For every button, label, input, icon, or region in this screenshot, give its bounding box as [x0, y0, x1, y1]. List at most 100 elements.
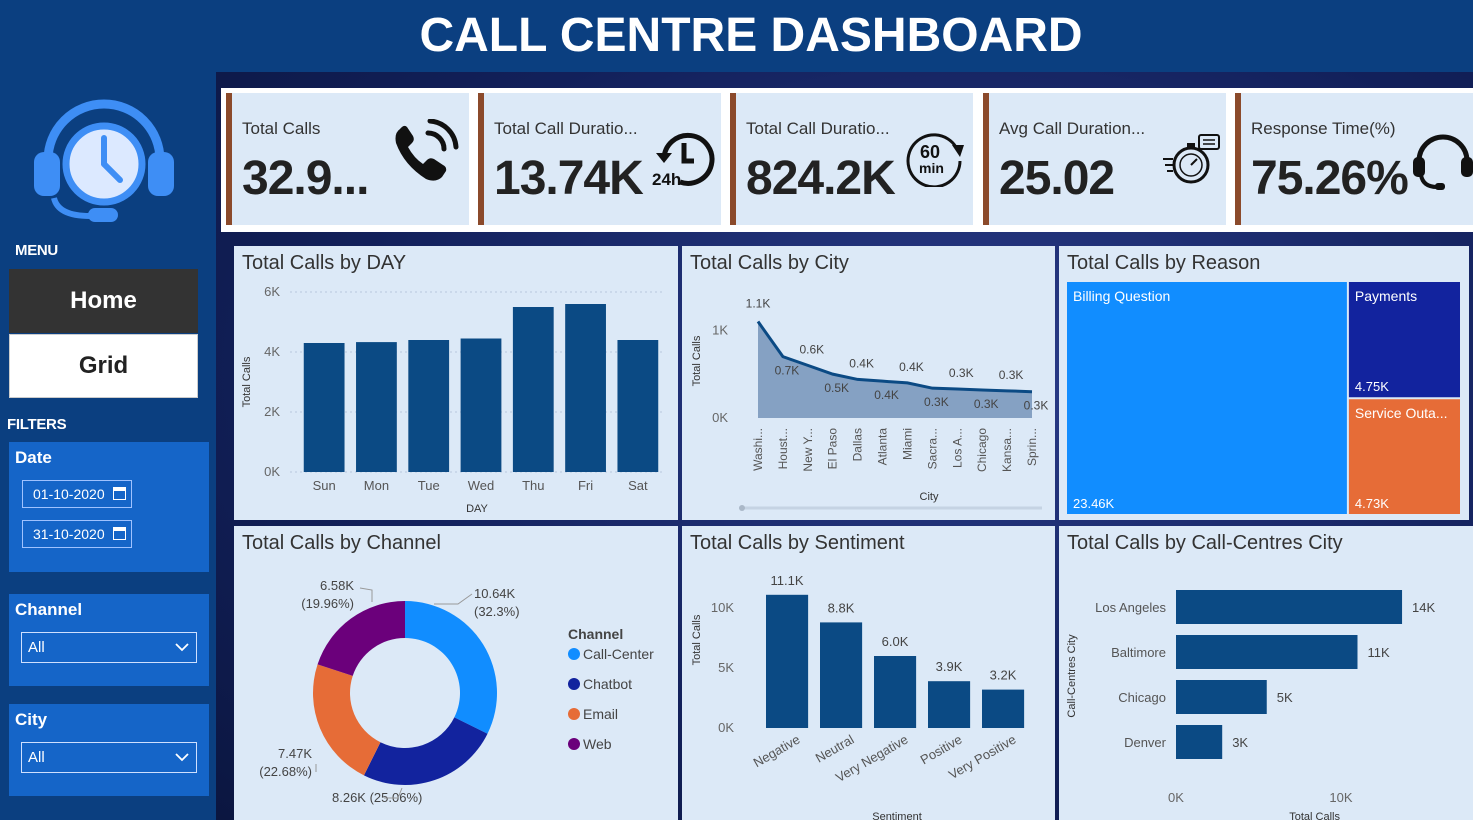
- filters-heading: FILTERS: [7, 416, 67, 433]
- date-filter: Date 01-10-2020 31-10-2020: [9, 442, 209, 572]
- kpi-card-total-calls[interactable]: Total Calls 32.9...: [226, 93, 469, 225]
- bar: [460, 338, 502, 472]
- y-axis-title: Call-Centres City: [1066, 634, 1078, 718]
- legend-label: Call-Center: [583, 646, 654, 662]
- x-tick-label: El Paso: [826, 428, 840, 470]
- donut-slice: [363, 717, 488, 785]
- kpi-value: 75.26%: [1251, 152, 1409, 205]
- page-title: CALL CENTRE DASHBOARD: [419, 9, 1083, 62]
- bar: [1176, 590, 1403, 624]
- data-label: 0.3K: [949, 366, 974, 380]
- data-label: 0.3K: [1024, 399, 1049, 413]
- x-tick-label: Thu: [522, 478, 544, 493]
- calls-by-sentiment-chart: 0K5K10K11.1KNegative8.8KNeutral6.0KVery …: [691, 573, 1025, 820]
- calendar-icon[interactable]: [113, 527, 126, 540]
- chart-card-calls-by-city: Total Calls by City 0K 1K 1.1K 0.7K 0.6K 0.5K…: [682, 246, 1055, 520]
- bar: [874, 656, 917, 728]
- data-label: 11K: [1368, 645, 1390, 660]
- bar: [820, 622, 863, 728]
- kpi-card-total-call-duration-minutes[interactable]: Total Call Duratio... 824.2K 60 min: [730, 93, 973, 225]
- chevron-down-icon[interactable]: [174, 639, 190, 655]
- kpi-label: Response Time(%): [1251, 119, 1396, 138]
- bar: [1176, 680, 1267, 714]
- channel-filter-label: Channel: [15, 600, 83, 619]
- bar: [565, 304, 606, 472]
- treemap-tile-value: 4.73K: [1355, 496, 1389, 511]
- city-filter: City All: [9, 704, 209, 796]
- chart-card-calls-by-sentiment: Total Calls by Sentiment 0K 5K 10K 11.1K Neg…: [682, 526, 1055, 820]
- x-axis-title: Total Calls: [1289, 811, 1340, 820]
- kpi-value: 32.9...: [242, 152, 369, 205]
- treemap-tile-label: Billing Question: [1073, 288, 1170, 304]
- kpi-value: 25.02: [999, 152, 1115, 205]
- start-date-input[interactable]: 01-10-2020: [22, 480, 132, 508]
- x-tick-label: Miami: [900, 428, 914, 460]
- x-tick-label: Kansa...: [1000, 428, 1014, 472]
- x-tick-label: Sat: [628, 478, 648, 493]
- y-axis-title: Total Calls: [691, 335, 703, 386]
- x-tick-label: Sun: [313, 478, 336, 493]
- channel-dropdown[interactable]: All: [21, 632, 197, 663]
- donut-slice: [317, 601, 405, 676]
- kpi-card-avg-call-duration[interactable]: Avg Call Duration... 25.02: [983, 93, 1226, 225]
- legend-marker: [568, 738, 580, 750]
- data-label: 6.58K: [320, 578, 354, 593]
- leader-line: [359, 587, 373, 602]
- kpi-value: 824.2K: [746, 152, 896, 205]
- x-tick-label: Negative: [751, 732, 803, 771]
- bar: [928, 681, 971, 728]
- call-centre-headset-logo-icon: [34, 99, 174, 222]
- menu-heading: MENU: [15, 242, 58, 259]
- treemap-tile-value: 23.46K: [1073, 496, 1115, 511]
- bar: [512, 307, 554, 472]
- legend-label: Chatbot: [583, 676, 632, 692]
- grid-button[interactable]: Grid: [9, 334, 198, 398]
- chart-card-calls-by-reason: Total Calls by Reason Billing Question 23…: [1059, 246, 1469, 520]
- kpi-card-response-time[interactable]: Response Time(%) 75.26%: [1235, 93, 1473, 225]
- headset-icon: [1413, 134, 1473, 190]
- sidebar: MENU Home Grid FILTERS Date 01-10-2020 3…: [0, 0, 216, 820]
- treemap-tile-value: 4.75K: [1355, 379, 1389, 394]
- 24h-label: 24h: [652, 170, 681, 189]
- x-tick-label: Sprin...: [1025, 428, 1039, 466]
- bar: [982, 689, 1025, 728]
- y-tick-label: 0K: [718, 720, 734, 735]
- 60-label: 60: [920, 142, 940, 162]
- calendar-icon[interactable]: [113, 487, 126, 500]
- x-tick-label: 10K: [1329, 790, 1352, 805]
- x-tick-label: Sacra...: [925, 428, 939, 469]
- x-tick-label: Tue: [418, 478, 440, 493]
- y-tick-label: 1K: [712, 322, 728, 337]
- x-tick-label: Houst...: [776, 428, 790, 469]
- data-label: (22.68%): [259, 764, 312, 779]
- calls-by-cc-city-chart: Los Angeles 14K Baltimore 11K Chicago 5K Denve…: [1066, 590, 1436, 820]
- data-label: (19.96%): [301, 596, 354, 611]
- x-tick-label: New Y...: [801, 428, 815, 472]
- data-label: 0.3K: [999, 368, 1024, 382]
- chevron-down-icon[interactable]: [174, 749, 190, 765]
- x-tick-label: Washi...: [751, 428, 765, 471]
- home-button[interactable]: Home: [9, 269, 198, 333]
- kpi-card-total-call-duration-hours[interactable]: Total Call Duratio... 13.74K 24h: [478, 93, 721, 225]
- x-tick-label: Fri: [578, 478, 593, 493]
- city-dropdown[interactable]: All: [21, 742, 197, 773]
- kpi-label: Total Calls: [242, 119, 321, 138]
- leader-line: [434, 593, 473, 605]
- data-label: 0.6K: [799, 342, 824, 356]
- data-label: 11.1K: [771, 573, 804, 588]
- start-date-value: 01-10-2020: [33, 486, 105, 502]
- bar: [617, 340, 659, 472]
- legend-label: Web: [583, 736, 612, 752]
- x-tick-label: 0K: [1168, 790, 1184, 805]
- data-label: (32.3%): [474, 604, 520, 619]
- calls-by-city-chart: 0K1K1.1K0.7K0.6K0.5K0.4K0.4K0.4K0.3K0.3K…: [691, 297, 1049, 511]
- y-tick-label: 6K: [264, 284, 280, 299]
- y-tick-label: 10K: [711, 600, 734, 615]
- data-label: 1.1K: [746, 297, 771, 311]
- min-label: min: [919, 160, 944, 176]
- y-tick-label: 4K: [264, 344, 280, 359]
- y-tick-label: 0K: [712, 410, 728, 425]
- data-label: 6.0K: [882, 634, 909, 649]
- end-date-input[interactable]: 31-10-2020: [22, 520, 132, 548]
- y-axis-title: Total Calls: [241, 356, 253, 407]
